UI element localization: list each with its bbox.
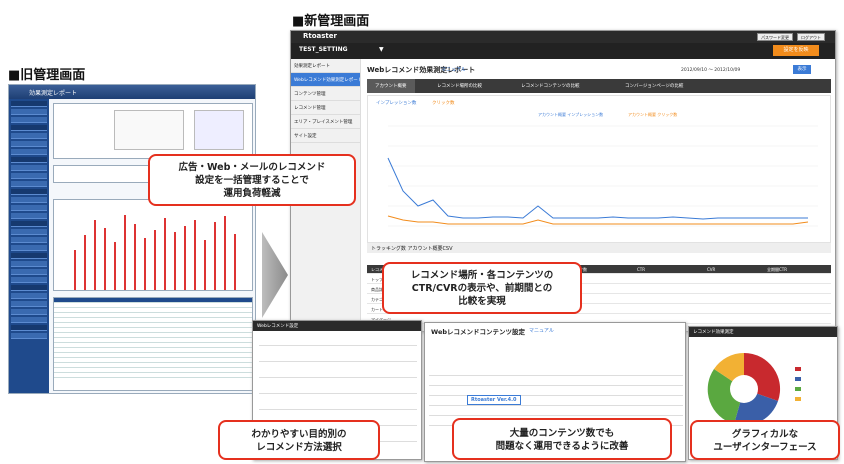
logout-button[interactable]: ログアウト <box>797 33 825 41</box>
old-settings-panel <box>53 103 253 159</box>
sidebar-item-recommend[interactable]: レコメンド管理 <box>291 101 360 115</box>
old-bar-chart <box>53 199 253 291</box>
apply-settings-button[interactable]: 設定を反映 <box>773 45 819 56</box>
bottom-middle-manual[interactable]: マニュアル <box>529 327 554 334</box>
callout-unify: 広告・Web・メールのレコメンド 設定を一括管理することで 運用負荷軽減 <box>148 154 356 206</box>
sidebar-item-report[interactable]: 効果測定レポート <box>291 59 360 73</box>
table-section-title: トラッキング数 アカウント概要CSV <box>367 243 831 253</box>
sidebar-item-web-report[interactable]: Webレコメンド効果測定レポート <box>291 73 360 87</box>
callout-compare: レコメンド場所・各コンテンツの CTR/CVRの表示や、前期間との 比較を実現 <box>382 262 582 314</box>
callout-volume: 大量のコンテンツ数でも 問題なく運用できるように改善 <box>452 418 672 460</box>
setting-bar <box>291 43 835 59</box>
clicks-series-line <box>387 215 809 225</box>
sidebar-item-site[interactable]: サイト設定 <box>291 129 360 143</box>
tab-place[interactable]: レコメンド場所の比較 <box>429 79 490 93</box>
new-screen-heading: ■新管理画面 <box>292 14 370 29</box>
chevron-down-icon[interactable]: ▼ <box>379 46 384 53</box>
callout-purpose: わかりやすい目的別の レコメンド方法選択 <box>218 420 380 460</box>
old-screen: 効果測定レポート <box>8 84 256 394</box>
content-highlight[interactable]: Rtoaster Ver.4.0 <box>467 395 521 405</box>
report-tabs: アカウント概要 レコメンド場所の比較 レコメンドコンテンツの比較 コンバージョン… <box>367 79 831 93</box>
impressions-series-line <box>387 157 808 220</box>
bottom-left-title: Webレコメンド設定 <box>253 321 421 331</box>
setting-selector[interactable]: TEST_SETTING <box>299 46 348 53</box>
bottom-right-title: レコメンド効果測定 <box>689 327 837 337</box>
date-range[interactable]: 2012/09/10 〜 2012/10/09 <box>681 67 740 73</box>
password-button[interactable]: パスワード変更 <box>757 33 793 41</box>
callout-graphical: グラフィカルな ユーザインターフェース <box>690 420 840 460</box>
old-table <box>53 297 253 391</box>
old-screen-header: 効果測定レポート <box>9 85 255 99</box>
transition-arrow-icon <box>262 232 288 318</box>
manual-link[interactable]: マニュアル <box>441 66 466 73</box>
old-main <box>53 103 253 393</box>
brand-logo: Rtoaster <box>303 32 337 40</box>
top-bar <box>291 31 835 43</box>
bottom-middle-title: Webレコメンドコンテンツ設定 <box>431 328 525 336</box>
tab-contents[interactable]: レコメンドコンテンツの比較 <box>513 79 588 93</box>
old-sidebar <box>9 99 49 393</box>
tab-account[interactable]: アカウント概要 <box>367 79 415 93</box>
sidebar-item-placement[interactable]: エリア・プレイスメント管理 <box>291 115 360 129</box>
old-screen-heading: ■旧管理画面 <box>8 68 86 83</box>
display-button[interactable]: 表示 <box>793 65 811 74</box>
line-chart: インプレッション数 クリック数 アカウント概要 インプレッション数 アカウント概… <box>367 95 831 243</box>
sidebar-item-contents[interactable]: コンテンツ管理 <box>291 87 360 101</box>
chart-svg <box>387 125 818 227</box>
tab-conversion[interactable]: コンバージョンページの比較 <box>617 79 691 93</box>
